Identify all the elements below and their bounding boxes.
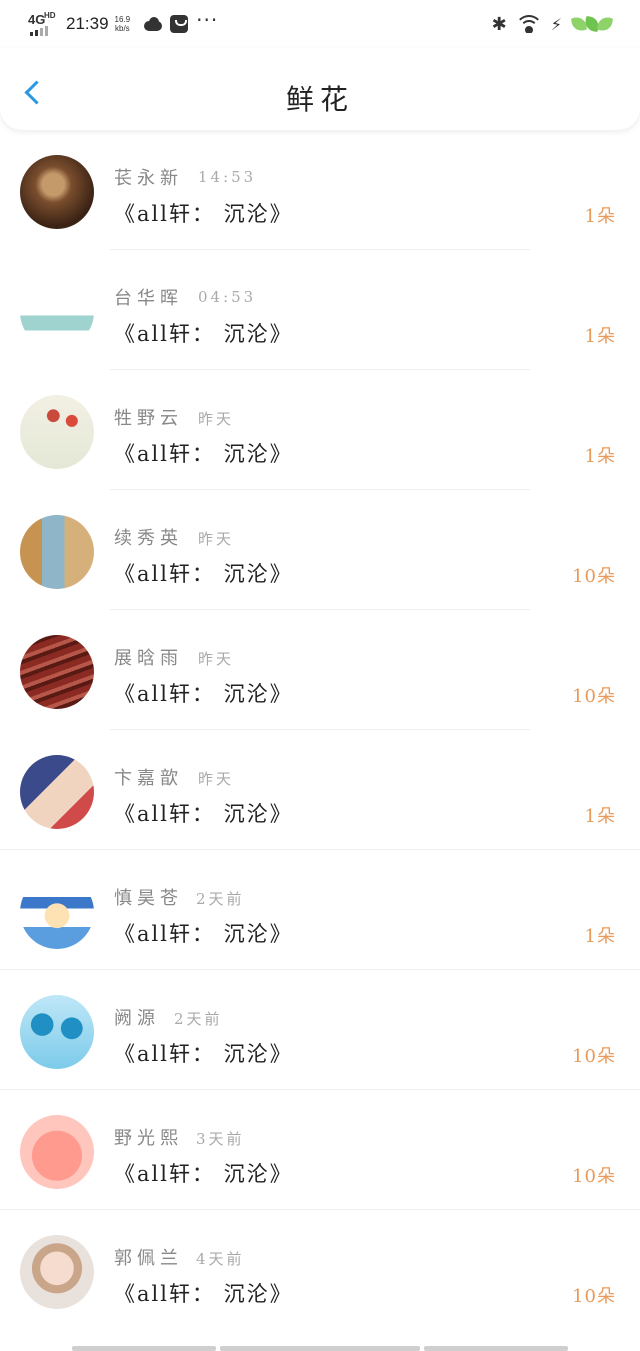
- book-title: 《all轩： 沉沦》: [114, 202, 293, 226]
- book-title: 《all轩： 沉沦》: [114, 802, 293, 826]
- list-item[interactable]: 阙源 2天前 《all轩： 沉沦》 10朵: [0, 970, 640, 1090]
- timestamp: 14:53: [198, 168, 257, 186]
- book-title: 《all轩： 沉沦》: [114, 1162, 293, 1186]
- cloud-icon: [142, 17, 163, 31]
- timestamp: 2天前: [196, 890, 245, 908]
- avatar[interactable]: [20, 1115, 94, 1189]
- list-item[interactable]: 牲野云 昨天 《all轩： 沉沦》 1朵: [0, 370, 640, 490]
- book-title: 《all轩： 沉沦》: [114, 922, 293, 946]
- timestamp: 昨天: [198, 410, 235, 428]
- list-item[interactable]: 苌永新 14:53 《all轩： 沉沦》 1朵: [0, 130, 640, 250]
- status-bar: 4G HD 21:39 16.9 kb/s ··· ✱ ⚡: [0, 0, 640, 48]
- bluetooth-icon: ✱: [491, 13, 507, 35]
- avatar[interactable]: [20, 1235, 94, 1309]
- flower-count: 1朵: [584, 806, 616, 827]
- battery-icon: [570, 15, 614, 33]
- network-indicator: 4G HD: [28, 11, 60, 37]
- book-title: 《all轩： 沉沦》: [114, 322, 293, 346]
- tab-indicator-3: [424, 1346, 568, 1351]
- timestamp: 昨天: [198, 770, 235, 788]
- timestamp: 昨天: [198, 530, 235, 548]
- book-title: 《all轩： 沉沦》: [114, 562, 293, 586]
- network-type: 4G: [28, 12, 46, 27]
- status-left: 4G HD 21:39 16.9 kb/s ···: [28, 10, 218, 38]
- timestamp: 3天前: [196, 1130, 245, 1148]
- book-title: 《all轩： 沉沦》: [114, 1042, 293, 1066]
- flower-list: 苌永新 14:53 《all轩： 沉沦》 1朵 台华晖 04:53 《all轩：…: [0, 130, 640, 1330]
- avatar[interactable]: [20, 395, 94, 469]
- speed-value: 16.9: [114, 15, 131, 24]
- bottom-tab-indicator: [0, 1346, 640, 1351]
- user-name: 台华晖: [114, 288, 183, 309]
- avatar[interactable]: [20, 635, 94, 709]
- avatar[interactable]: [20, 995, 94, 1069]
- list-item[interactable]: 续秀英 昨天 《all轩： 沉沦》 10朵: [0, 490, 640, 610]
- timestamp: 04:53: [198, 288, 257, 306]
- avatar[interactable]: [20, 875, 94, 949]
- more-notifications-icon: ···: [196, 8, 219, 32]
- avatar[interactable]: [20, 515, 94, 589]
- status-time: 21:39: [66, 14, 109, 33]
- avatar[interactable]: [20, 755, 94, 829]
- user-name: 展晗雨: [114, 648, 183, 669]
- nav-bar: 鲜花: [0, 48, 640, 130]
- timestamp: 昨天: [198, 650, 235, 668]
- book-title: 《all轩： 沉沦》: [114, 1282, 293, 1306]
- speed-unit: kb/s: [115, 24, 130, 33]
- flower-count: 10朵: [572, 1046, 616, 1067]
- list-item[interactable]: 展晗雨 昨天 《all轩： 沉沦》 10朵: [0, 610, 640, 730]
- flower-count: 10朵: [572, 1166, 616, 1187]
- user-name: 苌永新: [114, 168, 183, 189]
- network-hd: HD: [44, 11, 56, 20]
- user-name: 牲野云: [114, 408, 183, 429]
- flower-count: 10朵: [572, 686, 616, 707]
- network-speed: 16.9 kb/s: [115, 15, 131, 33]
- user-name: 野光熙: [114, 1128, 183, 1149]
- avatar[interactable]: [20, 155, 94, 229]
- user-name: 续秀英: [114, 528, 183, 549]
- signal-icon: [30, 26, 48, 36]
- book-title: 《all轩： 沉沦》: [114, 682, 293, 706]
- user-name: 郭佩兰: [114, 1248, 183, 1269]
- list-item[interactable]: 卞嘉歆 昨天 《all轩： 沉沦》 1朵: [0, 730, 640, 850]
- tab-indicator-2: [220, 1346, 420, 1351]
- flower-count: 1朵: [584, 206, 616, 227]
- flower-count: 1朵: [584, 326, 616, 347]
- shopping-bag-icon: [170, 15, 189, 33]
- list-item[interactable]: 台华晖 04:53 《all轩： 沉沦》 1朵: [0, 250, 640, 370]
- avatar[interactable]: [20, 275, 94, 349]
- user-name: 卞嘉歆: [114, 768, 183, 789]
- user-name: 慎昊苍: [114, 888, 183, 909]
- status-right: ✱ ⚡: [491, 10, 614, 38]
- flower-count: 1朵: [584, 446, 616, 467]
- flower-count: 10朵: [572, 1286, 616, 1307]
- tab-indicator-1: [72, 1346, 216, 1351]
- charging-icon: ⚡: [550, 14, 562, 34]
- flower-count: 10朵: [572, 566, 616, 587]
- page-title: 鲜花: [285, 83, 354, 116]
- timestamp: 2天前: [174, 1010, 223, 1028]
- list-item[interactable]: 野光熙 3天前 《all轩： 沉沦》 10朵: [0, 1090, 640, 1210]
- list-item[interactable]: 郭佩兰 4天前 《all轩： 沉沦》 10朵: [0, 1210, 640, 1330]
- user-name: 阙源: [114, 1008, 160, 1029]
- flower-count: 1朵: [584, 926, 616, 947]
- book-title: 《all轩： 沉沦》: [114, 442, 293, 466]
- wifi-icon: [516, 15, 541, 33]
- list-item[interactable]: 慎昊苍 2天前 《all轩： 沉沦》 1朵: [0, 850, 640, 970]
- timestamp: 4天前: [196, 1250, 245, 1268]
